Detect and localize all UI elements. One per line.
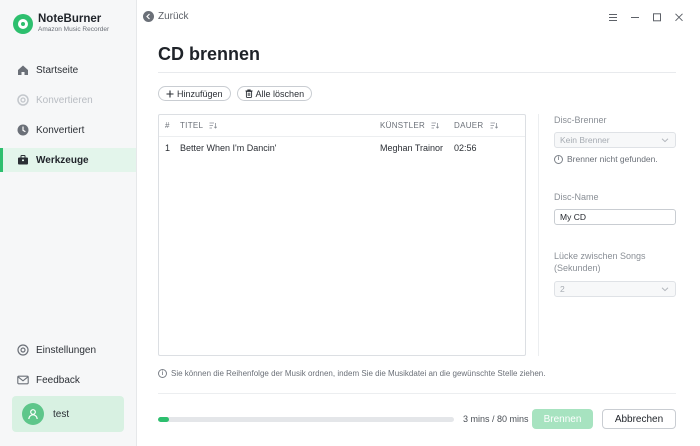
user-icon bbox=[28, 409, 38, 420]
home-icon bbox=[17, 64, 29, 76]
sidebar-item-converted[interactable]: Konvertiert bbox=[0, 118, 136, 142]
progress-text: 3 mins / 80 mins bbox=[463, 414, 529, 424]
disc-name-input[interactable]: My CD bbox=[554, 209, 676, 225]
footer-divider bbox=[158, 393, 676, 394]
sidebar-bottom: Einstellungen Feedback bbox=[0, 338, 136, 398]
trash-icon bbox=[245, 89, 253, 98]
disc-burner-label: Disc-Brenner bbox=[554, 115, 607, 125]
toolbar: Hinzufügen Alle löschen bbox=[158, 86, 318, 101]
menu-icon[interactable] bbox=[602, 10, 624, 24]
back-label: Zurück bbox=[158, 11, 189, 22]
toolbox-icon bbox=[17, 154, 29, 166]
add-button-label: Hinzufügen bbox=[177, 88, 223, 99]
cancel-button[interactable]: Abbrechen bbox=[602, 409, 676, 429]
avatar bbox=[22, 403, 44, 425]
close-icon[interactable] bbox=[668, 10, 690, 24]
row-title: Better When I'm Dancin' bbox=[180, 143, 277, 153]
chevron-down-icon bbox=[661, 285, 669, 295]
sidebar-item-label: Einstellungen bbox=[36, 344, 97, 356]
chevron-down-icon bbox=[661, 136, 669, 146]
capacity-progress-bar bbox=[158, 417, 454, 422]
minimize-icon[interactable] bbox=[624, 10, 646, 24]
row-duration: 02:56 bbox=[454, 143, 477, 153]
title-divider bbox=[158, 72, 676, 73]
app-subtitle: Amazon Music Recorder bbox=[38, 26, 110, 33]
add-button[interactable]: Hinzufügen bbox=[158, 86, 231, 101]
track-table: # TITEL KÜNSTLER DAUER 1 Better When I'm… bbox=[158, 114, 526, 356]
app-name: NoteBurner bbox=[38, 13, 102, 25]
sidebar-item-settings[interactable]: Einstellungen bbox=[0, 338, 136, 362]
header-num: # bbox=[165, 121, 170, 130]
app-window: NoteBurner Amazon Music Recorder Startse… bbox=[0, 0, 700, 446]
sidebar-item-label: Feedback bbox=[36, 374, 80, 386]
disc-burner-value: Kein Brenner bbox=[560, 135, 610, 145]
sort-icon[interactable] bbox=[209, 122, 218, 129]
plus-icon bbox=[166, 90, 174, 98]
sidebar-item-label: Konvertieren bbox=[36, 94, 93, 106]
back-arrow-icon bbox=[143, 11, 154, 22]
row-num: 1 bbox=[165, 143, 171, 153]
gap-value: 2 bbox=[560, 284, 565, 294]
sidebar-item-label: Konvertiert bbox=[36, 124, 85, 136]
burn-button[interactable]: Brennen bbox=[532, 409, 593, 429]
header-title[interactable]: TITEL bbox=[180, 121, 380, 130]
burner-note: i Brenner nicht gefunden. bbox=[554, 154, 658, 164]
header-duration[interactable]: DAUER bbox=[454, 121, 514, 130]
sidebar-item-tools[interactable]: Werkzeuge bbox=[0, 148, 136, 172]
disc-burner-select[interactable]: Kein Brenner bbox=[554, 132, 676, 148]
info-icon: i bbox=[554, 154, 563, 164]
clock-icon bbox=[17, 124, 29, 136]
maximize-icon[interactable] bbox=[646, 10, 668, 24]
user-card[interactable]: test bbox=[12, 396, 124, 432]
panel-divider bbox=[538, 114, 539, 356]
table-header: # TITEL KÜNSTLER DAUER bbox=[159, 115, 525, 137]
sidebar-item-convert[interactable]: Konvertieren bbox=[0, 88, 136, 112]
disc-name-label: Disc-Name bbox=[554, 192, 599, 202]
gap-label: Lücke zwischen Songs (Sekunden) bbox=[554, 251, 646, 273]
mail-icon bbox=[17, 374, 29, 386]
sort-icon[interactable] bbox=[431, 122, 440, 129]
convert-icon bbox=[17, 94, 29, 106]
page-title: CD brennen bbox=[158, 44, 261, 64]
sort-icon[interactable] bbox=[490, 122, 498, 129]
sidebar-item-feedback[interactable]: Feedback bbox=[0, 368, 136, 392]
clear-all-label: Alle löschen bbox=[255, 88, 305, 99]
progress-fill bbox=[158, 417, 170, 422]
sidebar-item-home[interactable]: Startseite bbox=[0, 58, 136, 82]
sidebar: NoteBurner Amazon Music Recorder Startse… bbox=[0, 0, 137, 446]
gap-select[interactable]: 2 bbox=[554, 281, 676, 297]
row-artist: Meghan Trainor bbox=[380, 143, 444, 153]
info-icon: i bbox=[158, 369, 167, 378]
sidebar-nav: Startseite Konvertieren Konvertiert Werk… bbox=[0, 58, 136, 178]
window-controls bbox=[602, 10, 690, 24]
clear-all-button[interactable]: Alle löschen bbox=[236, 86, 313, 101]
back-button[interactable]: Zurück bbox=[143, 11, 189, 22]
sidebar-item-label: Startseite bbox=[36, 64, 79, 76]
gear-icon bbox=[17, 344, 29, 356]
noteburner-logo-icon bbox=[13, 13, 33, 34]
user-name: test bbox=[53, 408, 70, 420]
disc-name-value: My CD bbox=[560, 212, 586, 222]
sidebar-item-label: Werkzeuge bbox=[36, 154, 89, 166]
reorder-hint: i Sie können die Reihenfolge der Musik o… bbox=[158, 369, 545, 378]
table-row[interactable]: 1 Better When I'm Dancin' Meghan Trainor… bbox=[159, 137, 525, 159]
header-artist[interactable]: KÜNSTLER bbox=[380, 121, 454, 130]
brand: NoteBurner Amazon Music Recorder bbox=[13, 13, 109, 34]
